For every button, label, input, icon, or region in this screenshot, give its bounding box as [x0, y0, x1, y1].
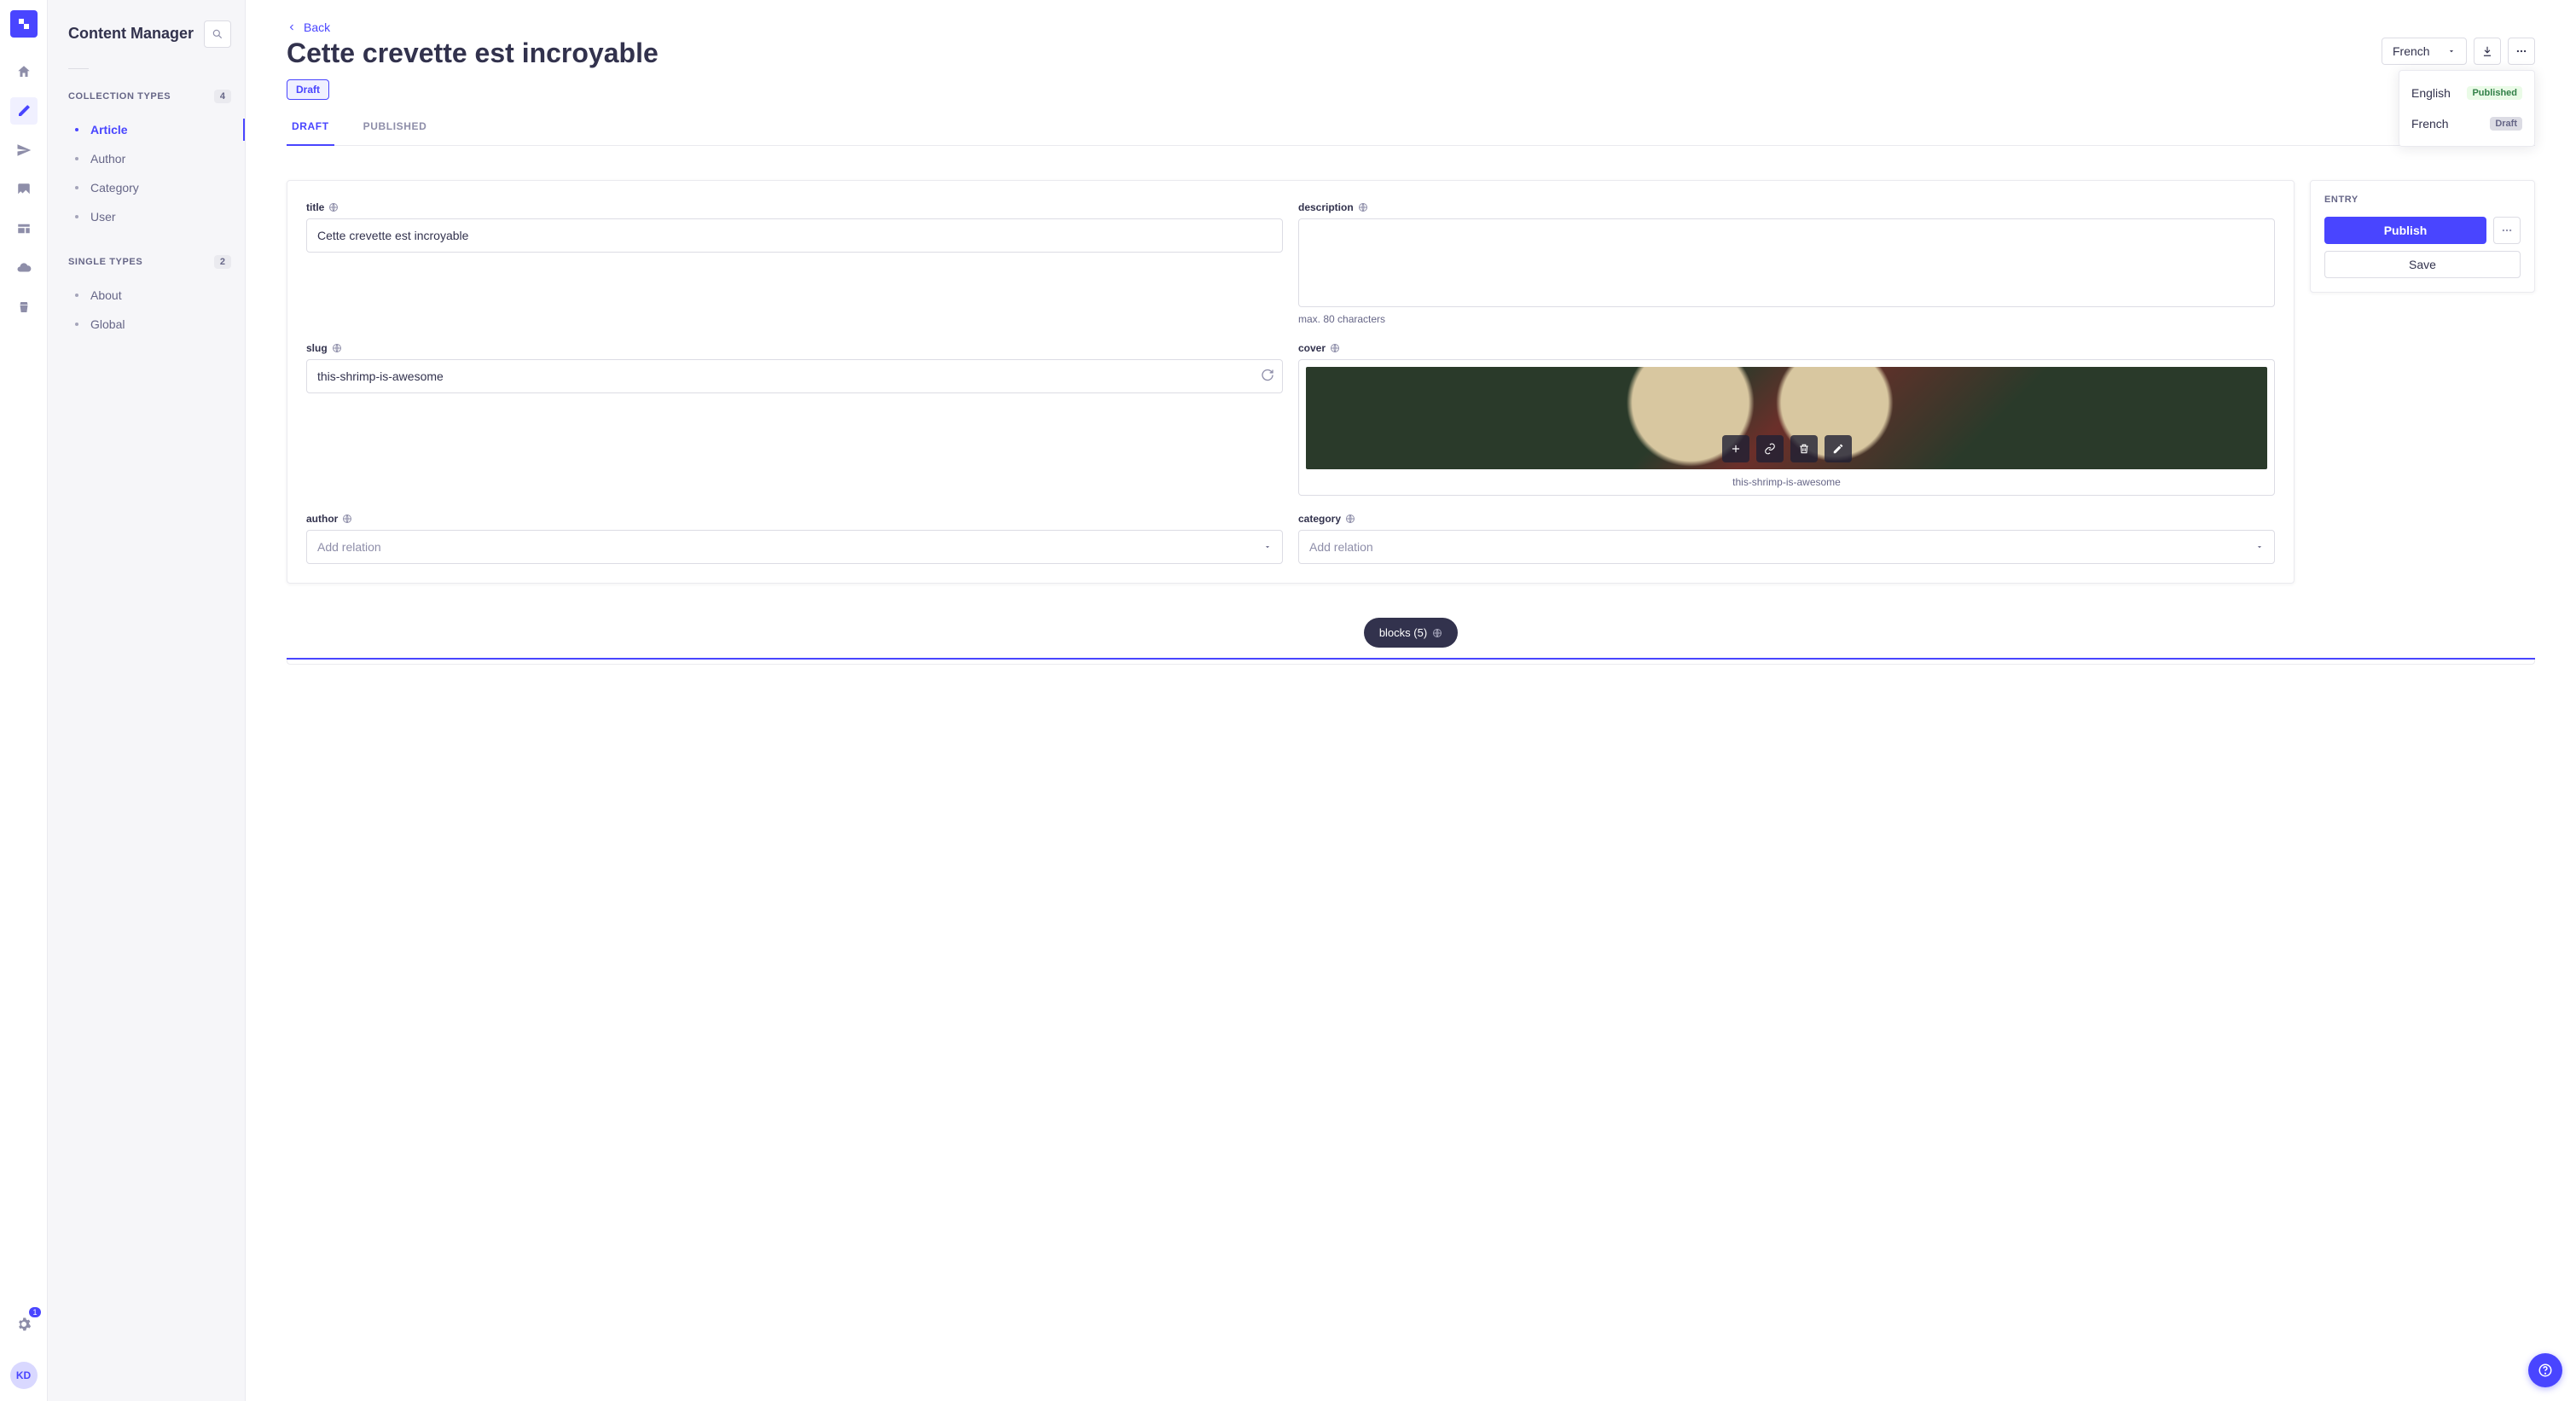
sidebar-item-global[interactable]: Global: [68, 310, 231, 339]
category-label: category: [1298, 513, 1355, 525]
entry-more-button[interactable]: [2493, 217, 2521, 244]
publish-button[interactable]: Publish: [2324, 217, 2486, 244]
sidebar-item-label: Category: [90, 181, 139, 195]
author-label: author: [306, 513, 352, 525]
cover-add-button[interactable]: [1722, 435, 1749, 462]
blocks-label: blocks (5): [1379, 626, 1427, 639]
description-helper: max. 80 characters: [1298, 313, 2275, 325]
chevron-down-icon: [2447, 47, 2456, 55]
settings-badge: 1: [29, 1307, 40, 1317]
sidebar-item-label: User: [90, 210, 116, 224]
group-count-collection: 4: [214, 90, 231, 103]
sidebar-item-about[interactable]: About: [68, 281, 231, 310]
sidebar-item-author[interactable]: Author: [68, 144, 231, 173]
globe-icon: [332, 343, 342, 353]
sidebar-divider: [68, 68, 89, 69]
nav-content-icon[interactable]: [10, 97, 38, 125]
locale-status-badge: Published: [2467, 86, 2522, 100]
download-button[interactable]: [2474, 38, 2501, 65]
nav-send-icon[interactable]: [10, 137, 38, 164]
sidebar-item-label: Global: [90, 317, 125, 331]
caret-down-icon: [2255, 543, 2264, 551]
slug-input[interactable]: [306, 359, 1283, 393]
back-link[interactable]: Back: [287, 20, 330, 34]
blocks-pill[interactable]: blocks (5): [1364, 618, 1458, 648]
globe-icon: [1345, 514, 1355, 524]
author-select[interactable]: Add relation: [306, 530, 1283, 564]
globe-icon: [328, 202, 339, 212]
tab-draft[interactable]: Draft: [287, 120, 334, 146]
slug-regenerate-button[interactable]: [1261, 369, 1274, 385]
locale-option-english[interactable]: English Published: [2399, 78, 2534, 108]
sidebar-item-label: Article: [90, 123, 128, 137]
locale-option-french[interactable]: French Draft: [2399, 108, 2534, 139]
tab-published[interactable]: Published: [358, 120, 432, 145]
locale-status-badge: Draft: [2490, 117, 2522, 131]
locale-name: English: [2411, 86, 2451, 100]
nav-marketplace-icon[interactable]: [10, 294, 38, 321]
sidebar-item-article[interactable]: Article: [68, 115, 231, 144]
cover-delete-button[interactable]: [1790, 435, 1818, 462]
nav-builder-icon[interactable]: [10, 215, 38, 242]
app-logo[interactable]: [10, 10, 38, 38]
field-title: title: [306, 200, 1283, 325]
user-avatar[interactable]: KD: [10, 1362, 38, 1389]
sidebar-item-category[interactable]: Category: [68, 173, 231, 202]
nav-settings-icon[interactable]: 1: [10, 1311, 38, 1338]
sidebar-item-label: Author: [90, 152, 125, 166]
slug-label: slug: [306, 342, 342, 354]
description-input[interactable]: [1298, 218, 2275, 307]
field-description: description max. 80 characters: [1298, 200, 2275, 325]
globe-icon: [1432, 628, 1442, 638]
save-button[interactable]: Save: [2324, 251, 2521, 278]
locale-popover: English Published French Draft: [2399, 70, 2535, 147]
caret-down-icon: [1263, 543, 1272, 551]
cover-image: [1306, 367, 2267, 469]
status-badge: Draft: [287, 79, 329, 100]
globe-icon: [1358, 202, 1368, 212]
nav-home-icon[interactable]: [10, 58, 38, 85]
field-cover: cover: [1298, 340, 2275, 496]
field-slug: slug: [306, 340, 1283, 496]
cover-label: cover: [1298, 342, 1340, 354]
group-title-collection: Collection Types: [68, 91, 171, 102]
globe-icon: [1330, 343, 1340, 353]
description-label: description: [1298, 201, 1368, 213]
locale-name: French: [2411, 117, 2449, 131]
sidebar-item-label: About: [90, 288, 122, 302]
category-select[interactable]: Add relation: [1298, 530, 2275, 564]
author-placeholder: Add relation: [317, 540, 381, 554]
sidebar-title: Content Manager: [68, 25, 194, 44]
back-label: Back: [304, 20, 330, 34]
group-title-single: Single Types: [68, 257, 142, 267]
field-category: category Add relation: [1298, 511, 2275, 564]
category-placeholder: Add relation: [1309, 540, 1373, 554]
sidebar-item-user[interactable]: User: [68, 202, 231, 231]
globe-icon: [342, 514, 352, 524]
title-input[interactable]: [306, 218, 1283, 253]
more-actions-button[interactable]: [2508, 38, 2535, 65]
title-label: title: [306, 201, 339, 213]
field-author: author Add relation: [306, 511, 1283, 564]
cover-link-button[interactable]: [1756, 435, 1784, 462]
nav-media-icon[interactable]: [10, 176, 38, 203]
locale-selected-label: French: [2393, 44, 2430, 58]
blocks-container: [287, 660, 2535, 665]
cover-edit-button[interactable]: [1825, 435, 1852, 462]
locale-select[interactable]: French: [2382, 38, 2467, 65]
cover-filename: this-shrimp-is-awesome: [1306, 476, 2267, 488]
search-button[interactable]: [204, 20, 231, 48]
page-title: Cette crevette est incroyable: [287, 38, 659, 69]
group-count-single: 2: [214, 255, 231, 269]
help-button[interactable]: [2528, 1353, 2562, 1387]
nav-cloud-icon[interactable]: [10, 254, 38, 282]
entry-panel-title: Entry: [2324, 195, 2521, 205]
